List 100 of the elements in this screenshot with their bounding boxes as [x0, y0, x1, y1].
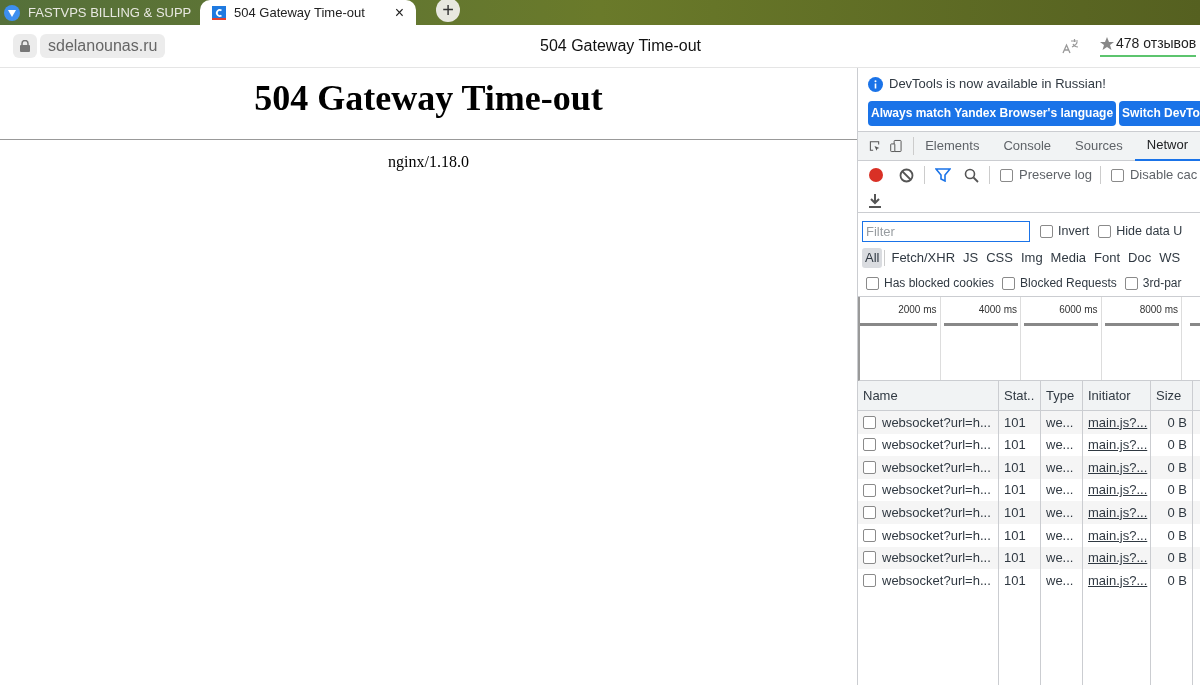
checkbox[interactable] [863, 506, 876, 520]
checkbox[interactable] [1040, 224, 1053, 238]
c-logo-icon [212, 5, 226, 20]
tab-title: 504 Gateway Time-out [234, 3, 365, 22]
error-heading: 504 Gateway Time-out [253, 77, 604, 120]
type-filter[interactable]: JS [959, 248, 983, 268]
checkbox[interactable] [1002, 276, 1016, 290]
close-tab[interactable]: × [394, 4, 404, 21]
checkbox[interactable] [863, 483, 876, 497]
filter-field[interactable]: Filter [862, 220, 1030, 242]
column-header[interactable]: Initiator [1083, 381, 1151, 410]
language-button[interactable]: Always match Yandex Browser's language [868, 100, 1117, 126]
checkbox[interactable] [863, 461, 876, 474]
reviews-badge[interactable]: 478 отзывов [1100, 33, 1197, 57]
tab-title: FASTVPS BILLING & SUPP [28, 3, 192, 22]
table-cell-text: 101 [1004, 571, 1026, 590]
panel-tab[interactable]: Sources [1063, 131, 1135, 161]
table-cell-text: 0 B [1167, 458, 1187, 477]
table-cell-text: websocket?url=h... [882, 549, 991, 568]
checkbox[interactable] [863, 415, 876, 429]
table-cell-text: we... [1046, 458, 1074, 477]
type-filter[interactable]: Doc [1124, 248, 1156, 268]
language-button[interactable]: Switch DevTo [1119, 100, 1200, 126]
new-tab-button[interactable]: + [436, 0, 460, 22]
checkbox-label: Blocked Requests [1020, 275, 1117, 292]
table-cell-text: we... [1046, 503, 1074, 522]
page-title: 504 Gateway Time-out [540, 36, 701, 56]
checkbox[interactable] [863, 438, 876, 452]
table-cell-text: we... [1046, 526, 1074, 545]
type-filter[interactable]: CSS [982, 248, 1017, 268]
column-header[interactable]: Size [1151, 381, 1193, 410]
checkbox[interactable] [1124, 276, 1138, 290]
initiator-link[interactable]: main.js?... [1088, 570, 1148, 591]
table-cell-text: we... [1046, 549, 1074, 568]
initiator-link[interactable]: main.js?... [1088, 412, 1148, 433]
table-cell-text: 101 [1004, 436, 1026, 455]
column-header[interactable]: Type [1041, 381, 1083, 410]
table-cell-text: 101 [1004, 549, 1026, 568]
panel-tab[interactable]: Networ [1134, 131, 1200, 161]
table-cell-text: 0 B [1167, 481, 1187, 500]
checkbox[interactable] [1000, 168, 1013, 182]
checkbox[interactable] [1098, 224, 1112, 238]
type-filter[interactable]: Fetch/XHR [887, 248, 960, 268]
checkbox[interactable] [1111, 168, 1124, 182]
checkbox[interactable] [866, 276, 879, 290]
initiator-link[interactable]: main.js?... [1088, 502, 1148, 523]
initiator-link[interactable]: main.js?... [1088, 480, 1148, 500]
panel-tab[interactable]: Console [991, 131, 1064, 161]
browser-tab[interactable]: FASTVPS BILLING & SUPP [0, 0, 200, 25]
table-cell-text: 101 [1004, 413, 1026, 432]
lock-icon[interactable] [20, 40, 30, 52]
clear-icon[interactable] [899, 167, 914, 183]
browser-tab[interactable]: 504 Gateway Time-out × [200, 0, 416, 25]
table-cell-text: 101 [1004, 458, 1026, 477]
device-icon[interactable] [890, 137, 903, 155]
table-cell-text: we... [1046, 571, 1074, 590]
initiator-link[interactable]: main.js?... [1088, 435, 1148, 455]
checkbox[interactable] [863, 573, 876, 587]
inspect-icon[interactable] [869, 138, 881, 154]
table-cell-text: 0 B [1167, 571, 1187, 590]
column-header[interactable]: Stat.. [999, 381, 1041, 410]
checkbox-label: Has blocked cookies [884, 275, 995, 292]
initiator-link[interactable]: main.js?... [1088, 457, 1148, 478]
translate-icon[interactable] [1062, 38, 1080, 54]
table-cell-text: 101 [1004, 481, 1026, 500]
type-filter[interactable]: WS [1155, 248, 1185, 268]
time-tick: 4000 ms [978, 303, 1017, 317]
filter-icon[interactable] [935, 168, 951, 182]
table-cell-text: 101 [1004, 526, 1026, 545]
review-count: 478 отзывов [1116, 34, 1197, 53]
checkbox[interactable] [863, 551, 876, 565]
record-button[interactable] [869, 168, 883, 182]
table-cell-text: websocket?url=h... [882, 503, 991, 522]
type-filter[interactable]: Media [1046, 248, 1091, 268]
table-cell-text: websocket?url=h... [882, 526, 991, 545]
checkbox[interactable] [863, 528, 876, 542]
table-cell-text: we... [1046, 436, 1074, 455]
type-filter[interactable]: All [862, 248, 883, 268]
star-icon [1100, 36, 1114, 51]
checkbox-label: Disable cac [1130, 166, 1198, 185]
panel-tab[interactable]: Elements [913, 131, 992, 161]
server-version: nginx/1.18.0 [387, 152, 470, 173]
search-icon[interactable] [964, 167, 979, 183]
checkbox-label: Invert [1058, 222, 1090, 240]
table-cell-text: 0 B [1167, 413, 1187, 432]
initiator-link[interactable]: main.js?... [1088, 525, 1148, 545]
column-header[interactable]: Name [858, 381, 999, 410]
checkbox-label: Hide data U [1116, 222, 1183, 240]
url-domain[interactable]: sdelanounas.ru [40, 34, 166, 58]
info-icon [868, 76, 883, 92]
time-tick: 2000 ms [898, 303, 937, 317]
table-cell-text: 0 B [1167, 436, 1187, 455]
checkbox-label: Preserve log [1019, 166, 1092, 185]
type-filter[interactable]: Img [1016, 248, 1047, 268]
type-filter[interactable]: Font [1090, 248, 1125, 268]
table-cell-text: 0 B [1167, 526, 1187, 545]
time-tick: 6000 ms [1059, 303, 1098, 317]
time-tick: 8000 ms [1139, 303, 1178, 317]
initiator-link[interactable]: main.js?... [1088, 548, 1148, 568]
download-icon[interactable] [869, 193, 881, 208]
